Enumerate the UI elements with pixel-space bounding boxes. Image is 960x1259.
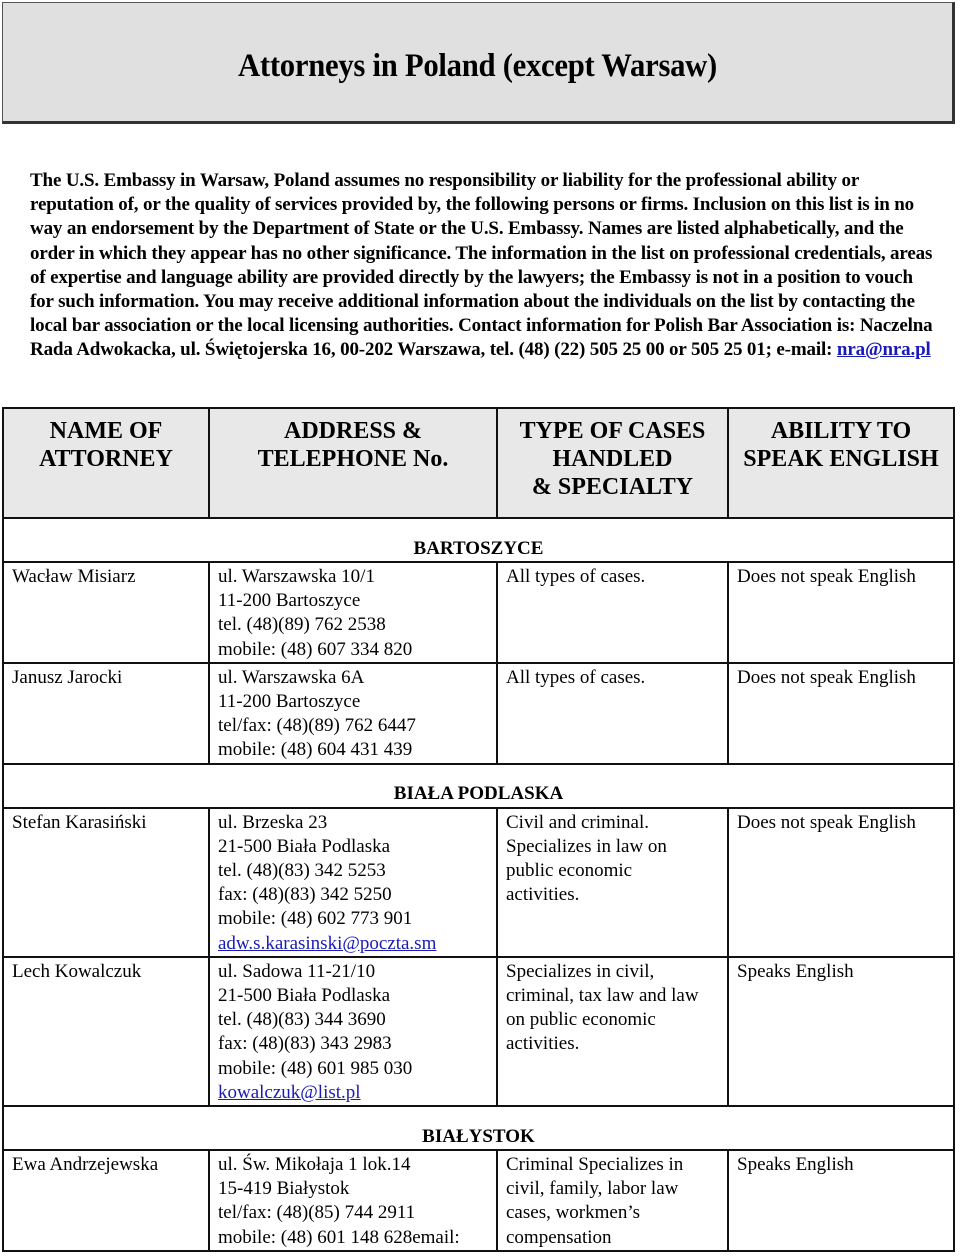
attorney-cases: All types of cases.: [496, 661, 729, 765]
attorney-cases: All types of cases.: [496, 561, 729, 664]
table-header-row: NAME OF ATTORNEY ADDRESS & TELEPHONE No.…: [2, 407, 955, 519]
attorney-english: Does not speak English: [727, 806, 955, 958]
attorney-name: Janusz Jarocki: [2, 661, 210, 765]
page-title: Attorneys in Poland (except Warsaw): [238, 47, 717, 84]
attorneys-table: NAME OF ATTORNEY ADDRESS & TELEPHONE No.…: [2, 407, 955, 1252]
table-row: Stefan Karasiński ul. Brzeska 23 21-500 …: [2, 806, 955, 958]
table-row: Janusz Jarocki ul. Warszawska 6A 11-200 …: [2, 661, 955, 765]
header-address: ADDRESS & TELEPHONE No.: [208, 407, 498, 519]
attorney-address: ul. Św. Mikołaja 1 lok.14 15-419 Białyst…: [208, 1149, 498, 1252]
disclaimer-paragraph: The U.S. Embassy in Warsaw, Poland assum…: [30, 169, 940, 363]
bar-association-email-link[interactable]: nra@nra.pl: [837, 339, 931, 360]
attorney-english: Speaks English: [727, 1149, 955, 1252]
attorney-address: ul. Sadowa 11-21/10 21-500 Biała Podlask…: [208, 955, 498, 1108]
city-row: BIAŁA PODLASKA: [2, 762, 955, 809]
attorney-name: Stefan Karasiński: [2, 806, 210, 958]
attorney-cases: Specializes in civil, criminal, tax law …: [496, 955, 729, 1108]
disclaimer-text: The U.S. Embassy in Warsaw, Poland assum…: [30, 170, 933, 361]
attorney-english: Does not speak English: [727, 561, 955, 664]
attorney-name: Wacław Misiarz: [2, 561, 210, 664]
city-row: BIAŁYSTOK: [2, 1105, 955, 1152]
header-name: NAME OF ATTORNEY: [2, 407, 210, 519]
attorney-english: Does not speak English: [727, 661, 955, 765]
table-row: Lech Kowalczuk ul. Sadowa 11-21/10 21-50…: [2, 955, 955, 1108]
table-row: Ewa Andrzejewska ul. Św. Mikołaja 1 lok.…: [2, 1149, 955, 1252]
header-english: ABILITY TO SPEAK ENGLISH: [727, 407, 955, 519]
attorney-name: Lech Kowalczuk: [2, 955, 210, 1108]
city-heading: BIAŁA PODLASKA: [2, 762, 955, 809]
attorney-cases: Criminal Specializes in civil, family, l…: [496, 1149, 729, 1252]
attorney-cases: Civil and criminal. Specializes in law o…: [496, 806, 729, 958]
city-heading: BARTOSZYCE: [2, 517, 955, 563]
city-heading: BIAŁYSTOK: [2, 1105, 955, 1152]
attorney-name: Ewa Andrzejewska: [2, 1149, 210, 1252]
city-row: BARTOSZYCE: [2, 517, 955, 563]
attorney-address: ul. Warszawska 6A 11-200 Bartoszyce tel/…: [208, 661, 498, 765]
table-row: Wacław Misiarz ul. Warszawska 10/1 11-20…: [2, 561, 955, 664]
attorney-email-link[interactable]: adw.s.karasinski@poczta.sm: [218, 932, 488, 956]
attorney-email-link[interactable]: kowalczuk@list.pl: [218, 1081, 488, 1105]
attorney-address: ul. Warszawska 10/1 11-200 Bartoszyce te…: [208, 561, 498, 664]
header-cases: TYPE OF CASES HANDLED & SPECIALTY: [496, 407, 729, 519]
attorney-address: ul. Brzeska 23 21-500 Biała Podlaska tel…: [208, 806, 498, 958]
title-box: Attorneys in Poland (except Warsaw): [2, 2, 955, 124]
attorney-english: Speaks English: [727, 955, 955, 1108]
